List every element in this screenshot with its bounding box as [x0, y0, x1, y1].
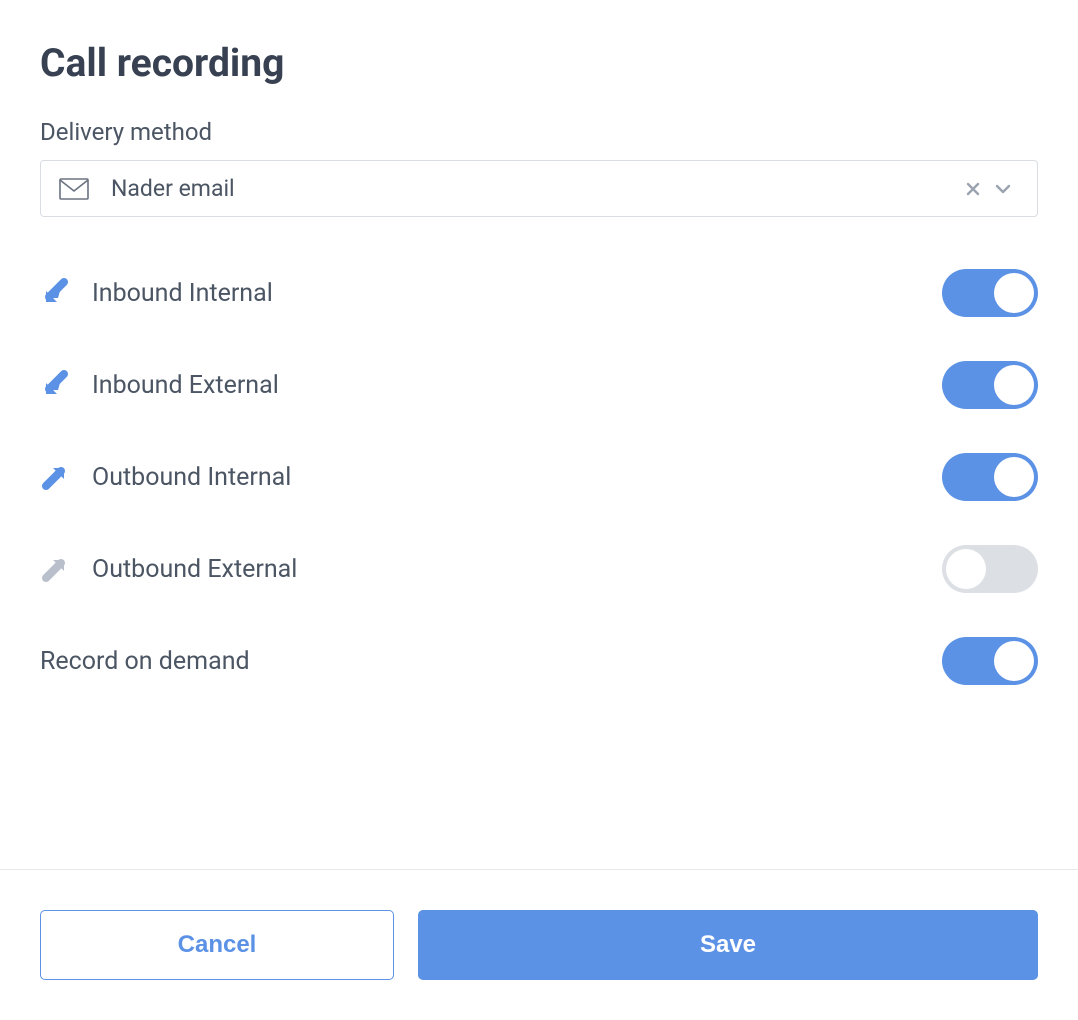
footer: Cancel Save: [0, 869, 1078, 1020]
outbound-external-toggle[interactable]: [942, 545, 1038, 593]
arrow-inbound-icon: [40, 370, 92, 400]
delivery-method-select[interactable]: Nader email: [40, 160, 1038, 217]
cancel-button[interactable]: Cancel: [40, 910, 394, 980]
record-on-demand-toggle[interactable]: [942, 637, 1038, 685]
outbound-internal-label: Outbound Internal: [92, 463, 942, 492]
outbound-external-row: Outbound External: [40, 523, 1038, 615]
inbound-internal-toggle[interactable]: [942, 269, 1038, 317]
page-title: Call recording: [40, 40, 1038, 86]
mail-icon: [59, 178, 89, 200]
delivery-method-label: Delivery method: [40, 118, 1038, 146]
inbound-internal-row: Inbound Internal: [40, 247, 1038, 339]
chevron-down-icon[interactable]: [987, 179, 1019, 199]
outbound-external-label: Outbound External: [92, 555, 942, 584]
arrow-outbound-icon: [40, 462, 92, 492]
inbound-external-toggle[interactable]: [942, 361, 1038, 409]
clear-icon[interactable]: [959, 181, 987, 197]
record-on-demand-label: Record on demand: [40, 647, 942, 676]
arrow-inbound-icon: [40, 278, 92, 308]
delivery-method-value: Nader email: [111, 175, 959, 202]
outbound-internal-toggle[interactable]: [942, 453, 1038, 501]
save-button[interactable]: Save: [418, 910, 1038, 980]
outbound-internal-row: Outbound Internal: [40, 431, 1038, 523]
inbound-external-row: Inbound External: [40, 339, 1038, 431]
inbound-internal-label: Inbound Internal: [92, 279, 942, 308]
arrow-outbound-icon: [40, 554, 92, 584]
inbound-external-label: Inbound External: [92, 371, 942, 400]
record-on-demand-row: Record on demand: [40, 615, 1038, 707]
